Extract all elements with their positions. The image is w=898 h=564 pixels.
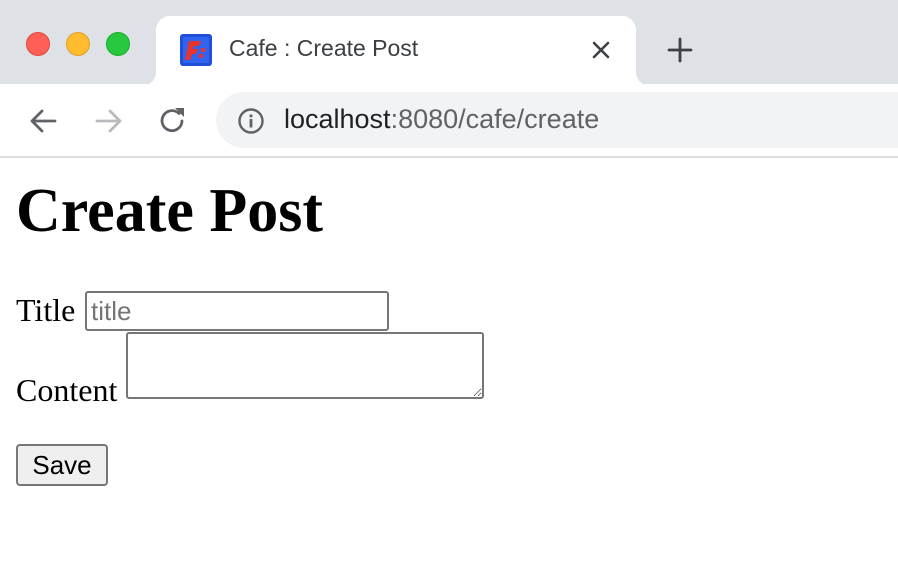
cafe-favicon-icon (180, 34, 212, 66)
url-host: localhost (284, 104, 391, 134)
window-close-button[interactable] (26, 32, 50, 56)
page-content: Create Post Title Content Save (0, 158, 898, 564)
tab-close-icon[interactable] (586, 35, 616, 65)
back-arrow-icon[interactable] (27, 104, 61, 138)
reload-icon[interactable] (155, 104, 189, 138)
save-button[interactable]: Save (16, 444, 108, 486)
new-tab-icon[interactable] (664, 34, 696, 66)
window-maximize-button[interactable] (106, 32, 130, 56)
forward-arrow-icon[interactable] (91, 104, 125, 138)
tab-title: Cafe : Create Post (229, 35, 419, 61)
title-input[interactable] (85, 291, 389, 331)
url-text: localhost:8080/cafe/create (284, 104, 599, 135)
content-label: Content (16, 372, 118, 408)
browser-tab-active[interactable]: Cafe : Create Post (156, 16, 636, 86)
site-info-icon[interactable] (236, 106, 266, 136)
browser-tabstrip: Cafe : Create Post (0, 0, 898, 86)
browser-toolbar: localhost:8080/cafe/create (0, 84, 898, 156)
url-path: :8080/cafe/create (390, 104, 600, 134)
page-title: Create Post (16, 177, 324, 245)
content-textarea[interactable] (126, 332, 484, 399)
window-minimize-button[interactable] (66, 32, 90, 56)
address-bar[interactable]: localhost:8080/cafe/create (216, 92, 898, 148)
title-label: Title (16, 292, 76, 328)
